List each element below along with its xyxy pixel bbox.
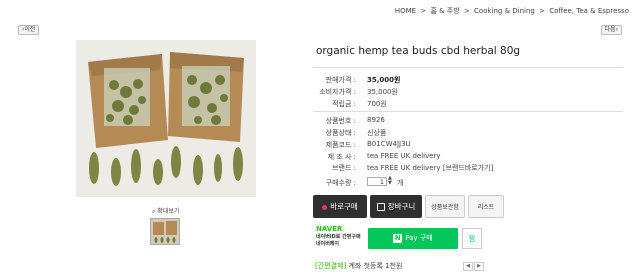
cart-icon [376, 203, 385, 211]
breadcrumb-kitchen[interactable]: 홈 & 주방 [430, 7, 459, 15]
quantity-input[interactable]: 1 [367, 177, 387, 186]
maker-value: tea FREE UK delivery [367, 152, 441, 160]
buy-now-label: 바로구매 [330, 202, 358, 211]
prev-button[interactable]: ‹이전 [18, 25, 40, 35]
add-to-cart-button[interactable]: 장바구니 [370, 195, 422, 218]
sale-price: 35,000원 [367, 76, 401, 84]
naver-line2: 네이버페이 [316, 241, 340, 247]
brand-label: 브랜드 : [332, 164, 356, 172]
zoom-button[interactable]: ⌕ 확대보기 [152, 206, 179, 216]
breadcrumb-sep: > [539, 7, 545, 15]
next-button[interactable]: 다음› [600, 25, 622, 35]
sale-price-label: 판매가격 : [325, 76, 356, 84]
brand-link[interactable]: [브랜드바로가기] [443, 164, 494, 172]
pager-prev-button[interactable]: ◀ [463, 262, 473, 271]
naver-pay-button[interactable]: N Pay 구매 [368, 228, 458, 249]
maker-label: 제 조 사 : [327, 153, 356, 161]
points-value: 700원 [367, 100, 387, 108]
thumbnail-image [151, 219, 179, 244]
divider [313, 67, 623, 68]
naver-logo-text: NAVER [316, 225, 343, 233]
simple-pay-text: 계좌 첫등록 1천원 [348, 262, 403, 270]
chevron-right-icon: ▶ [477, 263, 481, 269]
breadcrumb: HOME > 홈 & 주방 > Cooking & Dining > Coffe… [394, 6, 630, 16]
condition-value: 신상품 [367, 129, 387, 137]
pager-next-button[interactable]: ▶ [474, 262, 484, 271]
breadcrumb-cooking[interactable]: Cooking & Dining [474, 7, 535, 15]
tea-bags-photo [76, 40, 256, 197]
product-no: 8926 [367, 116, 385, 124]
product-thumbnail[interactable] [150, 218, 180, 245]
list-button[interactable]: 리스트 [468, 195, 504, 218]
zoom-label: 확대보기 [157, 208, 180, 215]
qty-unit: 개 [397, 179, 404, 187]
naver-wish-button[interactable]: 찜 [462, 228, 482, 249]
caret-down-icon[interactable]: ▼ [388, 181, 392, 186]
quantity-stepper[interactable]: ▲ ▼ [388, 176, 392, 186]
cart-label: 장바구니 [387, 202, 416, 211]
consumer-price: 35,000원 [367, 88, 398, 96]
naver-n-icon: N [393, 233, 403, 243]
breadcrumb-coffee[interactable]: Coffee, Tea & Espresso [549, 7, 629, 15]
naver-pay-label: Pay 구매 [405, 234, 433, 242]
chevron-left-icon: ◀ [466, 263, 470, 269]
brand-name: tea FREE UK delivery [367, 164, 441, 172]
magnifier-icon: ⌕ [152, 208, 156, 215]
product-no-label: 상품번호 : [325, 117, 356, 125]
prev-label: 이전 [24, 26, 36, 33]
buy-now-button[interactable]: 바로구매 [313, 195, 367, 218]
product-image[interactable] [76, 40, 256, 197]
buy-dot-icon [322, 204, 328, 210]
breadcrumb-home[interactable]: HOME [395, 7, 416, 15]
simple-pay-tag: [간편결제] [315, 262, 347, 270]
chevron-right-icon: › [615, 26, 618, 33]
naver-logo: NAVER 네이버ID로 간편구매 네이버페이 [316, 225, 361, 247]
divider [313, 111, 623, 112]
condition-label: 상품상태 : [325, 129, 356, 137]
next-label: 다음 [604, 26, 616, 33]
breadcrumb-sep: > [420, 7, 427, 15]
code-value: B01CW4JJ3U [367, 140, 411, 148]
points-label: 적립금 : [332, 100, 356, 108]
wishlist-button[interactable]: 상품보관함 [425, 195, 465, 218]
naver-line1: 네이버ID로 간편구매 [316, 234, 361, 240]
qty-label: 구매수량 : [325, 179, 356, 187]
code-label: 제품코드 : [325, 141, 356, 149]
product-title: organic hemp tea buds cbd herbal 80g [316, 45, 521, 57]
simple-pay-notice: [간편결제] 계좌 첫등록 1천원 [315, 261, 402, 271]
breadcrumb-sep: > [463, 7, 470, 15]
brand-value: tea FREE UK delivery [브랜드바로가기] [367, 163, 493, 173]
consumer-price-label: 소비자가격 : [319, 88, 356, 96]
